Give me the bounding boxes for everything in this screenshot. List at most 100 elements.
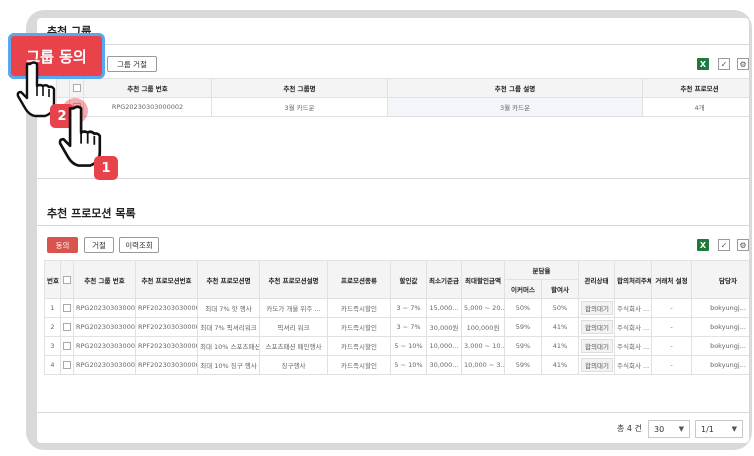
edit-icon[interactable]: ✓ xyxy=(718,58,730,70)
desc-cell: 카도가 개울 위주 ... xyxy=(259,298,328,318)
col-discount: 할인값 xyxy=(390,260,427,299)
promo_no-cell: RPF20230303000005 xyxy=(135,355,198,375)
col-group-desc: 추천 그룹 설명 xyxy=(387,78,643,98)
settings-icon[interactable]: ⚙ xyxy=(737,58,749,70)
promotion-list-title: 추천 프로모션 목록 xyxy=(47,207,136,220)
col-group-no: 추천 그룹 번호 xyxy=(83,78,212,98)
divider xyxy=(37,178,749,179)
min-cell: 30,000원 xyxy=(426,317,462,337)
table-row[interactable]: 1 RPG20230303000002RPF20230303000002최대 7%… xyxy=(44,298,749,318)
max-cell: 100,000원 xyxy=(461,317,505,337)
name-cell: 최대 7% 핫 행사 xyxy=(197,298,260,318)
discount-cell: 5 ~ 10% xyxy=(390,336,427,356)
divider xyxy=(37,225,749,226)
agree-button[interactable]: 동의 xyxy=(47,237,78,253)
name-cell: 최대 7% 픽셔리워크 xyxy=(197,317,260,337)
history-button[interactable]: 이력조회 xyxy=(119,237,159,253)
desc-cell: 픽셔리 워크 xyxy=(259,317,328,337)
row-checkbox[interactable] xyxy=(63,342,71,350)
page-value: 1/1 xyxy=(701,424,714,434)
row-checkbox[interactable] xyxy=(63,361,71,369)
no-cell: 1 xyxy=(44,298,61,318)
chevron-down-icon: ▼ xyxy=(731,425,737,433)
settings-icon[interactable]: ⚙ xyxy=(737,239,749,251)
step-1-badge: 1 xyxy=(94,156,118,180)
row-checkbox[interactable] xyxy=(63,304,71,312)
col-manager: 담당자 xyxy=(691,260,749,299)
discount-cell: 5 ~ 10% xyxy=(390,355,427,375)
ecom-cell: 50% xyxy=(504,298,542,318)
desc-cell: 징구행사 xyxy=(259,355,328,375)
promo-count-cell: 4개 xyxy=(642,97,749,117)
table-row[interactable]: 4 RPG20230303000002RPF20230303000005최대 10… xyxy=(44,355,749,375)
status-badge[interactable]: 합의대기 xyxy=(581,339,613,353)
promotion-table: 번호 추천 그룹 번호 추천 프로모션번호 추천 프로모션명 추천 프로모션설명… xyxy=(44,260,749,375)
table-row[interactable]: 2 RPG20230303000002RPF20230303000003최대 7%… xyxy=(44,317,749,337)
divider xyxy=(37,412,749,413)
total-count: 총 4 건 xyxy=(617,424,642,433)
edit-icon[interactable]: ✓ xyxy=(718,239,730,251)
select-all-checkbox[interactable] xyxy=(72,84,81,92)
col-status: 관리상태 xyxy=(578,260,616,299)
table-row[interactable]: RPG20230303000002 3월 카드운 3월 카드운 4개 xyxy=(56,97,749,117)
table-header-row: 추천 그룹 번호 추천 그룹명 추천 그룹 설명 추천 프로모션 xyxy=(56,78,749,98)
type-cell: 카드즉시할인 xyxy=(327,336,391,356)
excel-icon[interactable]: X xyxy=(697,239,709,251)
col-merchant: 할여사 xyxy=(540,279,580,299)
row-checkbox[interactable] xyxy=(63,323,71,331)
col-agree-org: 합의처리주체 xyxy=(614,260,653,299)
table-row[interactable]: 3 RPG20230303000002RPF20230303000004최대 10… xyxy=(44,336,749,356)
group_no-cell: RPG20230303000002 xyxy=(73,298,136,318)
status-badge[interactable]: 합의대기 xyxy=(581,301,613,315)
recommend-group-table: 추천 그룹 번호 추천 그룹명 추천 그룹 설명 추천 프로모션 RPG2023… xyxy=(56,78,749,117)
group-name-cell: 3월 카드운 xyxy=(211,97,388,117)
excel-icon[interactable]: X xyxy=(697,58,709,70)
group_no-cell: RPG20230303000002 xyxy=(73,336,136,356)
max-cell: 10,000 ~ 3... xyxy=(461,355,505,375)
divider xyxy=(37,44,749,45)
page-size-value: 30 xyxy=(654,424,665,434)
col-promo-name: 추천 프로모션명 xyxy=(197,260,260,299)
group-reject-button[interactable]: 그룹 거절 xyxy=(107,56,157,72)
min-cell: 30,000... xyxy=(426,355,462,375)
col-no: 번호 xyxy=(44,260,61,299)
app-screen: 추천 그룹 그룹 거절 X ✓ ⚙ 추천 그룹 번호 추천 그룹명 추천 그룹 … xyxy=(37,18,749,443)
page-select[interactable]: 1/1 ▼ xyxy=(695,420,743,438)
min-cell: 10,000... xyxy=(426,336,462,356)
merch-cell: 50% xyxy=(540,298,580,318)
partner-cell: - xyxy=(651,317,693,337)
col-group-name: 추천 그룹명 xyxy=(211,78,388,98)
partner-cell: - xyxy=(651,355,693,375)
col-share: 분담율 xyxy=(503,260,580,280)
type-cell: 카드즉시할인 xyxy=(327,317,391,337)
select-all-checkbox[interactable] xyxy=(63,275,71,284)
no-cell: 3 xyxy=(44,336,61,356)
promo_no-cell: RPF20230303000003 xyxy=(135,317,198,337)
ecom-cell: 59% xyxy=(504,317,542,337)
discount-cell: 3 ~ 7% xyxy=(390,298,427,318)
col-min-amount: 최소기준금 xyxy=(426,260,462,299)
promo_no-cell: RPF20230303000004 xyxy=(135,336,198,356)
manager-cell: bokyungj... xyxy=(691,336,749,356)
col-partner: 거래처 설정 xyxy=(651,260,693,299)
col-promo-count: 추천 프로모션 xyxy=(642,78,749,98)
status-badge[interactable]: 합의대기 xyxy=(581,358,613,372)
manager-cell: bokyungj... xyxy=(691,298,749,318)
col-promo-desc: 추천 프로모션설명 xyxy=(259,260,328,299)
org-cell: 주식회사 ... xyxy=(614,298,653,318)
page-size-select[interactable]: 30 ▼ xyxy=(648,420,690,438)
org-cell: 주식회사 ... xyxy=(614,336,653,356)
group-desc-cell: 3월 카드운 xyxy=(387,97,643,117)
col-promo-no: 추천 프로모션번호 xyxy=(135,260,198,299)
reject-button[interactable]: 거절 xyxy=(84,237,114,253)
status-badge[interactable]: 합의대기 xyxy=(581,320,613,334)
col-promo-type: 프로모션종류 xyxy=(327,260,391,299)
min-cell: 15,000... xyxy=(426,298,462,318)
ecom-cell: 59% xyxy=(504,336,542,356)
desc-cell: 스포츠패션 페인행사 xyxy=(259,336,328,356)
manager-cell: bokyungj... xyxy=(691,317,749,337)
max-cell: 5,000 ~ 20... xyxy=(461,298,505,318)
org-cell: 주식회사 ... xyxy=(614,317,653,337)
partner-cell: - xyxy=(651,298,693,318)
name-cell: 최대 10% 징구 행사 xyxy=(197,355,260,375)
